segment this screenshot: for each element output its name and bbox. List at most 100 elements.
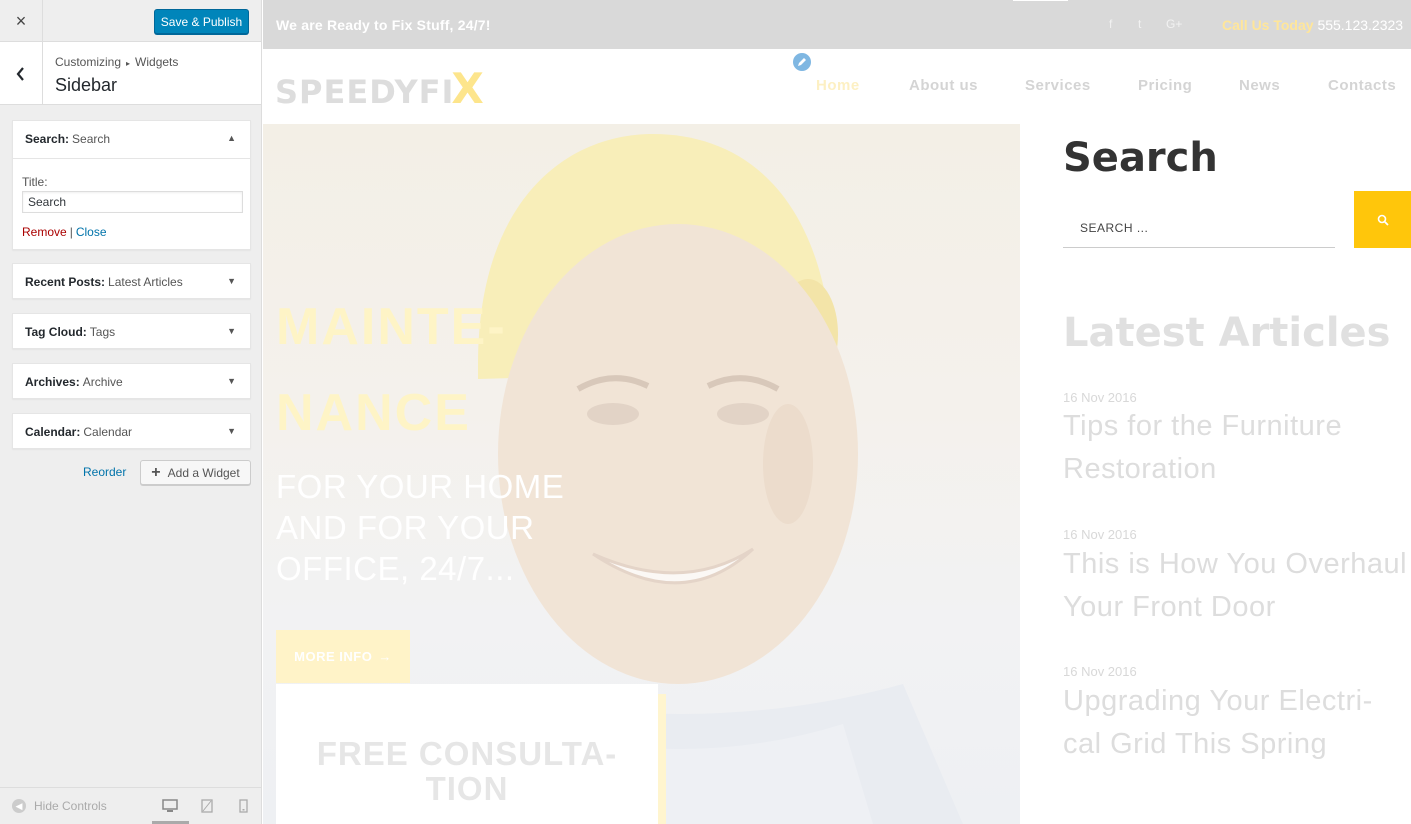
- breadcrumb-current: Widgets: [135, 55, 179, 69]
- google-plus-icon[interactable]: G+: [1166, 17, 1182, 31]
- desktop-preview-button[interactable]: [160, 797, 180, 815]
- add-widget-button[interactable]: + Add a Widget: [140, 460, 251, 485]
- save-publish-button[interactable]: Save & Publish: [154, 9, 249, 34]
- customizer-header: × Save & Publish: [0, 0, 261, 42]
- nav-contacts[interactable]: Contacts: [1328, 77, 1396, 94]
- section-title: Sidebar: [55, 75, 118, 95]
- hide-controls-label: Hide Controls: [34, 799, 107, 813]
- post-title-line1: Tips for the Furniture: [1063, 410, 1343, 442]
- tablet-preview-button[interactable]: [197, 797, 217, 815]
- widget-type: Tag Cloud:: [25, 325, 87, 339]
- post-title-line2: Restoration: [1063, 453, 1217, 485]
- post-title[interactable]: This is How You Overhaul Your Front Door: [1063, 543, 1411, 629]
- widget-name: Archive: [82, 375, 123, 389]
- post-date: 16 Nov 2016: [1063, 664, 1137, 679]
- more-info-label: MORE INFO: [294, 649, 373, 664]
- post-date: 16 Nov 2016: [1063, 390, 1137, 405]
- plus-icon: +: [151, 463, 161, 481]
- post-title[interactable]: Upgrading Your Electri- cal Grid This Sp…: [1063, 680, 1411, 766]
- consultation-title: FREE CONSULTA- TION: [276, 736, 658, 806]
- widget-title-input[interactable]: [22, 191, 243, 213]
- mobile-icon: [238, 799, 248, 813]
- close-widget-link[interactable]: Close: [76, 225, 107, 239]
- widget-archives[interactable]: Archives: Archive ▼: [12, 363, 251, 399]
- nav-services[interactable]: Services: [1025, 77, 1091, 94]
- post-title-line1: Upgrading Your Electri-: [1063, 685, 1373, 717]
- hero-title-line1: MAINTE-: [276, 298, 507, 356]
- search-icon: [1377, 214, 1389, 226]
- tablet-icon: [201, 799, 213, 813]
- back-button[interactable]: [0, 42, 43, 105]
- hero-subtitle: FOR YOUR HOME AND FOR YOUR OFFICE, 24/7.…: [276, 468, 565, 587]
- widget-tag-cloud[interactable]: Tag Cloud: Tags ▼: [12, 313, 251, 349]
- card-accent-edge: [658, 694, 666, 824]
- chevron-left-icon: [16, 66, 24, 81]
- widget-type: Recent Posts:: [25, 275, 106, 289]
- widget-name: Tags: [89, 325, 116, 339]
- reorder-link[interactable]: Reorder: [83, 465, 126, 479]
- widget-search: Search:Search ▲ Title: Remove|Close: [12, 120, 251, 250]
- phone-number[interactable]: 555.123.2323: [1317, 17, 1403, 33]
- section-title-bar: Customizing ▸ Widgets Sidebar: [0, 42, 261, 105]
- logo-x: X: [451, 64, 485, 113]
- post-date: 16 Nov 2016: [1063, 527, 1137, 542]
- nav-pricing[interactable]: Pricing: [1138, 77, 1192, 94]
- logo-text: SPEEDYFI: [275, 73, 455, 111]
- facebook-icon[interactable]: f: [1109, 17, 1112, 31]
- expand-arrow-icon[interactable]: ▼: [227, 276, 236, 286]
- breadcrumb: Customizing ▸ Widgets: [55, 55, 178, 69]
- widget-recent-posts[interactable]: Recent Posts: Latest Articles ▼: [12, 263, 251, 299]
- widget-name: Calendar: [83, 425, 133, 439]
- expand-arrow-icon[interactable]: ▼: [227, 426, 236, 436]
- site-logo[interactable]: SPEEDYFIX: [275, 64, 485, 113]
- expand-arrow-icon[interactable]: ▼: [227, 376, 236, 386]
- post-title-line2: Your Front Door: [1063, 591, 1276, 623]
- mobile-preview-button[interactable]: [233, 797, 253, 815]
- remove-widget-link[interactable]: Remove: [22, 225, 67, 239]
- widget-type: Archives:: [25, 375, 80, 389]
- nav-home[interactable]: Home: [816, 77, 860, 94]
- nav-news[interactable]: News: [1239, 77, 1280, 94]
- expand-arrow-icon[interactable]: ▼: [227, 326, 236, 336]
- breadcrumb-root: Customizing: [55, 55, 122, 69]
- title-label: Title:: [22, 175, 48, 189]
- post-title-line1: This is How You Overhaul: [1063, 548, 1408, 580]
- customizer-panel: × Save & Publish Customizing ▸ Widgets Sid…: [0, 0, 262, 824]
- post-title[interactable]: Tips for the Furniture Restoration: [1063, 405, 1411, 491]
- top-bar: We are Ready to Fix Stuff, 24/7! f t G+ …: [263, 0, 1411, 49]
- latest-articles-heading: Latest Articles: [1063, 310, 1391, 356]
- collapse-arrow-icon[interactable]: ▲: [227, 133, 236, 143]
- nav-about-us[interactable]: About us: [909, 77, 978, 94]
- call-us: Call Us Today 555.123.2323: [1222, 17, 1403, 33]
- hide-controls-button[interactable]: ◀ Hide Controls: [12, 799, 107, 813]
- call-label: Call Us Today: [1222, 17, 1314, 33]
- breadcrumb-separator-icon: ▸: [126, 59, 131, 68]
- widget-type: Calendar:: [25, 425, 81, 439]
- arrow-right-icon: →: [378, 649, 392, 664]
- consultation-title-line1: FREE CONSULTA-: [316, 735, 618, 772]
- close-icon: ×: [15, 10, 27, 31]
- search-placeholder: SEARCH ...: [1080, 221, 1149, 235]
- desktop-icon: [162, 799, 178, 812]
- consultation-title-line2: TION: [425, 770, 509, 807]
- collapse-arrow-icon: ◀: [12, 799, 26, 813]
- more-info-button[interactable]: MORE INFO →: [276, 630, 410, 683]
- search-button[interactable]: [1354, 191, 1411, 248]
- widget-body: Title: Remove|Close: [13, 158, 250, 249]
- add-widget-label: Add a Widget: [167, 465, 240, 480]
- search-widget-heading: Search: [1063, 135, 1218, 181]
- widget-name: Latest Articles: [108, 275, 183, 289]
- tagline: We are Ready to Fix Stuff, 24/7!: [276, 17, 491, 33]
- widget-name: Search: [72, 132, 111, 146]
- topbar-divider: [1013, 0, 1068, 1]
- close-customizer-button[interactable]: ×: [0, 0, 43, 42]
- post-title-line2: cal Grid This Spring: [1063, 728, 1328, 760]
- hero-title-line2: NANCE: [276, 384, 471, 442]
- edit-shortcut-pencil-icon[interactable]: [791, 51, 813, 73]
- site-preview: We are Ready to Fix Stuff, 24/7! f t G+ …: [263, 0, 1411, 824]
- twitter-icon[interactable]: t: [1138, 17, 1141, 31]
- hero-section: MAINTE- NANCE FOR YOUR HOME AND FOR YOUR…: [263, 124, 1020, 824]
- widget-calendar[interactable]: Calendar: Calendar ▼: [12, 413, 251, 449]
- widget-header[interactable]: Search: Search ▲: [13, 121, 250, 158]
- search-input[interactable]: SEARCH ...: [1063, 210, 1335, 248]
